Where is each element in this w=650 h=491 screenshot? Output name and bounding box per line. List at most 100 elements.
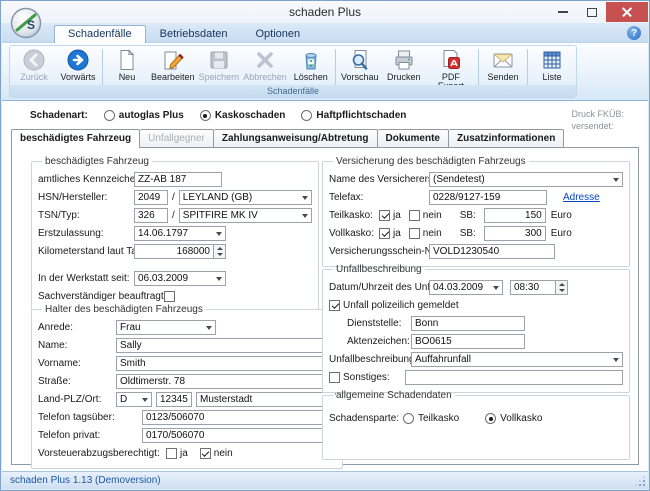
radio-sparte-vollkasko[interactable]: Vollkasko <box>485 413 542 424</box>
group-beschaedigtes-fahrzeug: beschädigtes Fahrzeug amtliches Kennzeic… <box>31 156 319 312</box>
versicherer-combobox[interactable]: (Sendetest) <box>429 172 623 187</box>
chevron-down-icon[interactable] <box>609 173 622 186</box>
toolbar-button-vorschau[interactable]: Vorschau <box>338 47 382 87</box>
toolbar-button-bearbeiten[interactable]: Bearbeiten <box>149 47 197 87</box>
chevron-down-icon[interactable] <box>212 227 225 240</box>
kilometerstand-input[interactable] <box>134 244 214 259</box>
toolbar-button-senden[interactable]: Senden <box>481 47 525 87</box>
chevron-down-icon[interactable] <box>202 321 215 334</box>
erstzulassung-datepicker[interactable]: 14.06.1797 <box>134 226 226 241</box>
sonstiges-input[interactable] <box>405 370 623 385</box>
envelope-icon <box>491 48 515 72</box>
teilkasko-nein-checkbox[interactable] <box>409 210 420 221</box>
schadenart-label: Schadenart: <box>30 110 88 121</box>
dienststelle-input[interactable] <box>411 316 525 331</box>
land-combobox[interactable]: D <box>116 392 152 407</box>
vorsteuer-nein-checkbox[interactable] <box>200 448 211 459</box>
hersteller-combobox[interactable]: LEYLAND (GB) <box>179 190 312 205</box>
maximize-button[interactable] <box>577 2 606 22</box>
hsn-code-input[interactable] <box>134 190 168 205</box>
sachverstaendiger-label: Sachverständiger beauftragt: <box>38 291 164 302</box>
strasse-input[interactable] <box>116 374 336 389</box>
toolbar-button-vorwaerts[interactable]: Vorwärts <box>56 47 100 87</box>
spin-down-icon[interactable] <box>214 252 225 259</box>
unfall-datum-datepicker[interactable]: 04.03.2009 <box>429 280 503 295</box>
telefax-input[interactable] <box>429 190 547 205</box>
vorname-input[interactable] <box>116 356 336 371</box>
unfall-zeit-spinner[interactable] <box>556 280 568 295</box>
chevron-down-icon[interactable] <box>489 281 502 294</box>
ribbon-tab-schadenfaelle[interactable]: Schadenfälle <box>54 25 146 43</box>
spin-down-icon[interactable] <box>556 288 567 295</box>
app-logo-button[interactable]: S <box>10 7 42 39</box>
tab-unfallgegner[interactable]: Unfallgegner <box>140 129 214 147</box>
tab-beschaedigtes-fahrzeug[interactable]: beschädigtes Fahrzeug <box>11 129 140 148</box>
resize-grip[interactable] <box>636 477 646 487</box>
anrede-combobox[interactable]: Frau <box>116 320 216 335</box>
radio-sparte-teilkasko[interactable]: Teilkasko <box>403 413 459 424</box>
toolbar-button-liste[interactable]: Liste <box>530 47 574 87</box>
radio-autoglas-plus[interactable]: autoglas Plus <box>104 110 184 121</box>
tab-dokumente[interactable]: Dokumente <box>378 129 449 147</box>
chevron-down-icon[interactable] <box>298 191 311 204</box>
printer-icon <box>392 48 416 72</box>
schadensparte-label: Schadensparte: <box>329 413 403 424</box>
typ-combobox[interactable]: SPITFIRE MK IV <box>179 208 312 223</box>
unfall-zeit-input[interactable] <box>510 280 556 295</box>
telefon-privat-input[interactable] <box>142 428 336 443</box>
adresse-link[interactable]: Adresse <box>563 192 600 203</box>
close-button[interactable] <box>606 2 648 22</box>
ribbon-tab-betriebsdaten[interactable]: Betriebsdaten <box>146 25 242 43</box>
vollkasko-nein-checkbox[interactable] <box>409 228 420 239</box>
toolbar-button-loeschen[interactable]: Löschen <box>289 47 333 87</box>
separator-slash: / <box>168 192 179 203</box>
vorsteuer-ja-checkbox[interactable] <box>166 448 177 459</box>
svg-text:S: S <box>27 18 35 32</box>
teilkasko-ja-checkbox[interactable] <box>379 210 390 221</box>
kennzeichen-input[interactable] <box>134 172 222 187</box>
aktenzeichen-input[interactable] <box>411 334 525 349</box>
sonstiges-checkbox[interactable] <box>329 372 340 383</box>
kilometerstand-spinner[interactable] <box>214 244 226 259</box>
trash-icon <box>299 48 323 72</box>
ort-input[interactable] <box>196 392 336 407</box>
vollkasko-sb-input[interactable] <box>484 226 546 241</box>
chevron-down-icon[interactable] <box>609 353 622 366</box>
chevron-down-icon[interactable] <box>212 272 225 285</box>
toolbar-button-speichern[interactable]: Speichern <box>197 47 242 87</box>
ribbon-tab-optionen[interactable]: Optionen <box>242 25 315 43</box>
telefon-tag-input[interactable] <box>142 410 336 425</box>
tsn-code-input[interactable] <box>134 208 168 223</box>
werkstatt-datepicker[interactable]: 06.03.2009 <box>134 271 226 286</box>
chevron-down-icon[interactable] <box>298 209 311 222</box>
toolbar-button-drucken[interactable]: Drucken <box>382 47 426 87</box>
tab-zusatzinformationen[interactable]: Zusatzinformationen <box>449 129 564 147</box>
main-content: Schadenart: autoglas Plus Kaskoschaden H… <box>2 102 648 470</box>
teilkasko-sb-input[interactable] <box>484 208 546 223</box>
radio-haftpflichtschaden[interactable]: Haftpflichtschaden <box>301 110 406 121</box>
druck-status: Druck FKÜB: versendet: <box>571 108 624 132</box>
edit-icon <box>161 48 185 72</box>
toolbar-button-zurueck[interactable]: Zurück <box>12 47 56 87</box>
name-input[interactable] <box>116 338 336 353</box>
tab-zahlungsanweisung[interactable]: Zahlungsanweisung/Abtretung <box>214 129 378 147</box>
toolbar-button-neu[interactable]: Neu <box>105 47 149 87</box>
plz-input[interactable] <box>156 392 192 407</box>
vollkasko-ja-checkbox[interactable] <box>379 228 390 239</box>
vorname-label: Vorname: <box>38 358 116 369</box>
polizei-gemeldet-checkbox[interactable] <box>329 300 340 311</box>
help-button[interactable]: ? <box>627 26 641 40</box>
title-bar[interactable]: schaden Plus <box>1 1 649 23</box>
ribbon: Zurück Vorwärts Neu Bearbeiten <box>2 44 648 101</box>
toolbar-button-pdf-export[interactable]: PDF Export <box>426 47 476 87</box>
minimize-button[interactable] <box>548 2 577 22</box>
radio-kaskoschaden[interactable]: Kaskoschaden <box>200 110 286 121</box>
unfallbeschreibung-combobox[interactable]: Auffahrunfall <box>411 352 623 367</box>
page-tab-strip: beschädigtes Fahrzeug Unfallgegner Zahlu… <box>11 129 564 147</box>
sachverstaendiger-checkbox[interactable] <box>164 291 175 302</box>
schein-input[interactable] <box>429 244 555 259</box>
toolbar-button-abbrechen[interactable]: Abbrechen <box>241 47 289 87</box>
chevron-down-icon[interactable] <box>138 393 151 406</box>
cancel-icon <box>253 48 277 72</box>
status-text: schaden Plus 1.13 (Demoversion) <box>10 475 161 486</box>
